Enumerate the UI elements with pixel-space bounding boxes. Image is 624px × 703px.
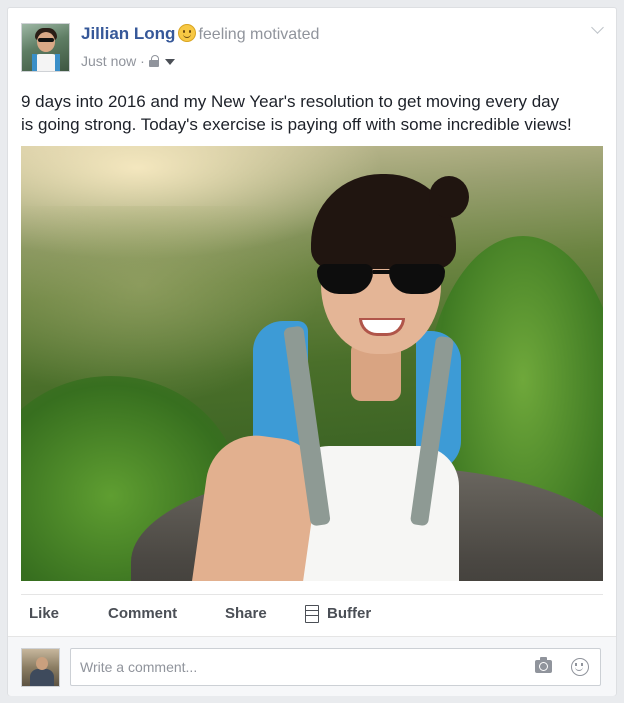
lock-icon[interactable] bbox=[148, 55, 159, 67]
post-options-chevron-icon[interactable] bbox=[591, 21, 604, 34]
buffer-icon bbox=[304, 605, 320, 623]
camera-icon[interactable] bbox=[535, 657, 552, 673]
buffer-button[interactable]: Buffer bbox=[304, 595, 371, 633]
comment-placeholder: Write a comment... bbox=[80, 659, 198, 675]
buffer-label: Buffer bbox=[327, 605, 372, 622]
comment-button[interactable]: Comment bbox=[108, 595, 177, 633]
like-button[interactable]: Like bbox=[29, 595, 59, 633]
post-photo[interactable] bbox=[21, 146, 603, 581]
author-name[interactable]: Jillian Long bbox=[81, 24, 175, 43]
feeling-text[interactable]: feeling motivated bbox=[198, 26, 319, 43]
privacy-dropdown-icon[interactable] bbox=[164, 59, 175, 65]
post-card: Jillian Long feeling motivated Just now ·… bbox=[7, 7, 617, 696]
post-text-line: is going strong. Today's exercise is pay… bbox=[21, 115, 572, 134]
post-text: 9 days into 2016 and my New Year's resol… bbox=[21, 90, 606, 136]
emoji-icon[interactable] bbox=[571, 658, 589, 676]
action-bar: Like Comment Share Buffer bbox=[21, 594, 603, 633]
commenter-avatar[interactable] bbox=[21, 648, 60, 687]
share-button[interactable]: Share bbox=[225, 595, 267, 633]
smiley-icon bbox=[178, 24, 197, 42]
post-header: Jillian Long feeling motivated bbox=[81, 24, 319, 44]
timestamp[interactable]: Just now bbox=[81, 53, 136, 69]
comment-section: Write a comment... bbox=[8, 636, 616, 696]
post-meta: Just now · bbox=[81, 53, 175, 69]
comment-input[interactable]: Write a comment... bbox=[70, 648, 601, 686]
post-text-line: 9 days into 2016 and my New Year's resol… bbox=[21, 92, 560, 111]
author-avatar[interactable] bbox=[21, 23, 70, 72]
separator: · bbox=[140, 53, 145, 69]
